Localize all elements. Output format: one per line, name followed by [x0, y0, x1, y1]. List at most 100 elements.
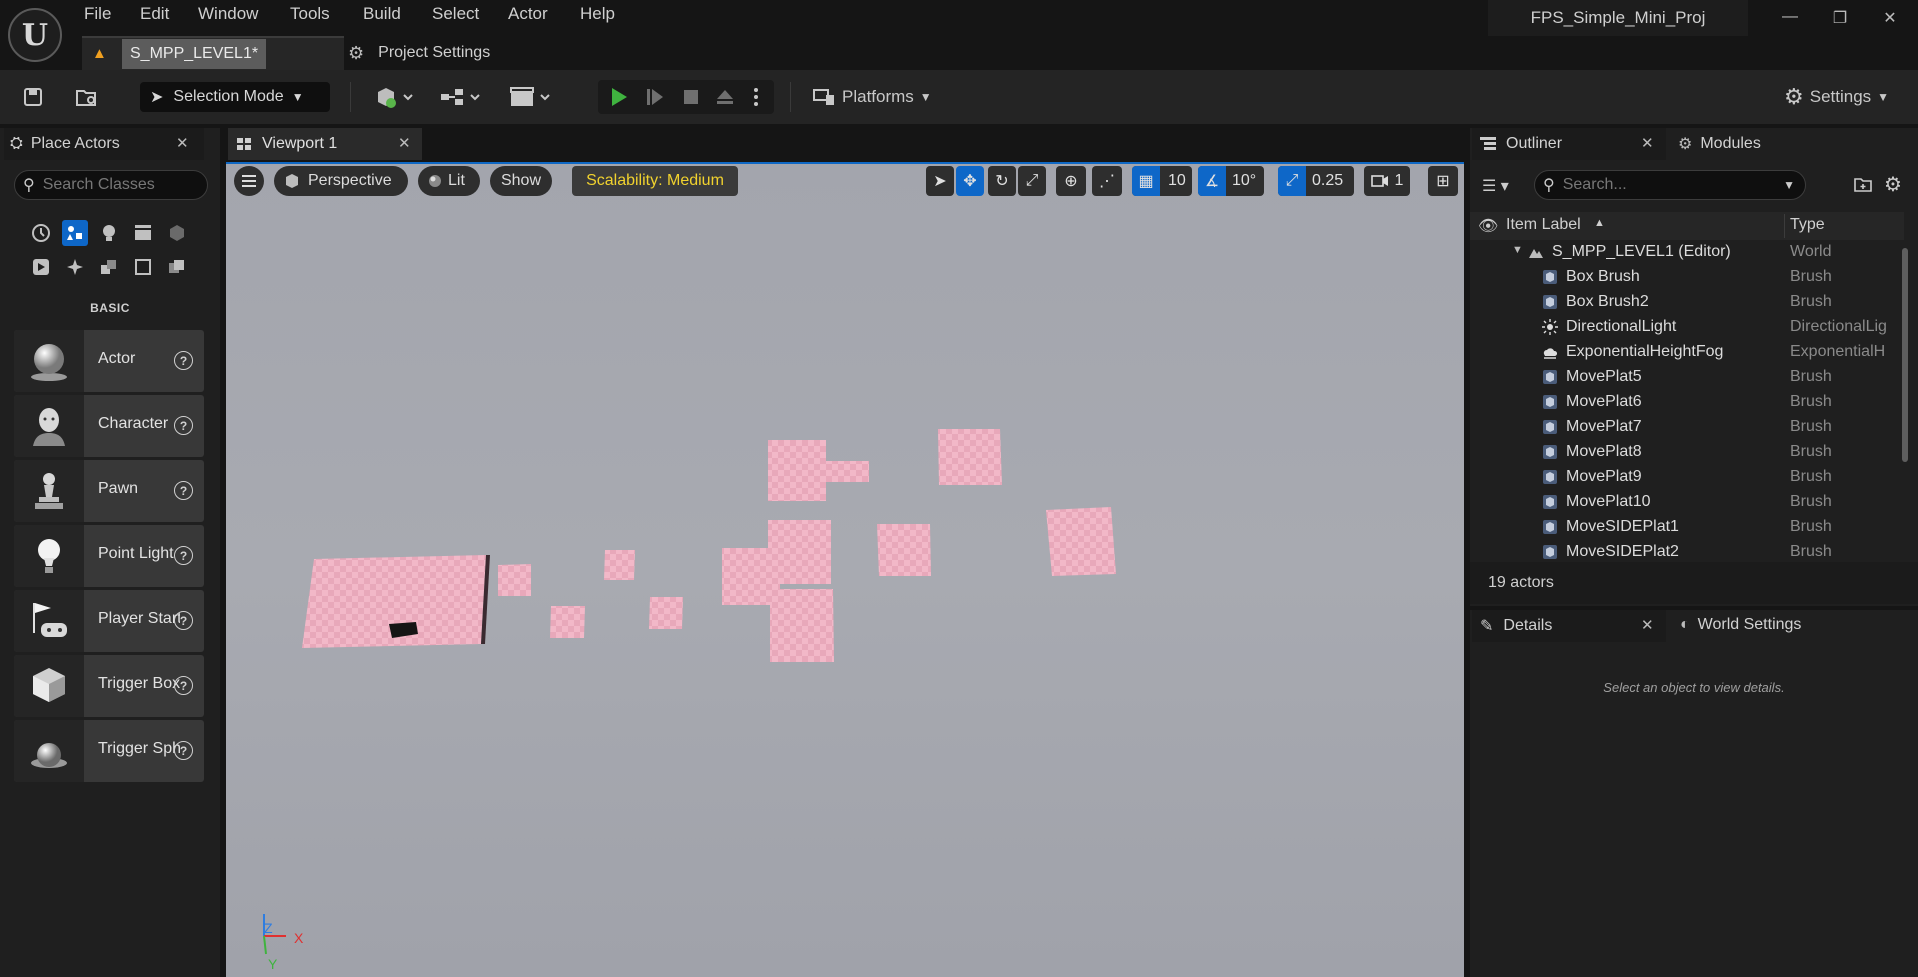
stop-icon[interactable]: [678, 84, 704, 110]
show-button[interactable]: Show: [490, 166, 552, 196]
tab-details[interactable]: ✎ Details: [1472, 610, 1666, 642]
tab-world-settings[interactable]: ◐ World Settings: [1680, 616, 1801, 634]
menu-file[interactable]: File: [84, 4, 111, 26]
outliner-scrollbar[interactable]: [1902, 248, 1908, 462]
col-type[interactable]: Type: [1790, 216, 1825, 234]
more-options-icon[interactable]: [746, 84, 766, 110]
help-icon[interactable]: ?: [174, 546, 193, 565]
viewport-menu-button[interactable]: [234, 166, 264, 196]
lights-icon[interactable]: [96, 220, 122, 246]
help-icon[interactable]: ?: [174, 481, 193, 500]
perspective-button[interactable]: Perspective: [274, 166, 408, 196]
add-actor-icon[interactable]: [370, 84, 418, 110]
play-icon[interactable]: [606, 84, 632, 110]
layout-icon[interactable]: ⊞: [1428, 166, 1458, 196]
close-icon[interactable]: ✕: [1641, 616, 1654, 634]
cinematic-icon[interactable]: [130, 220, 156, 246]
help-icon[interactable]: ?: [174, 676, 193, 695]
outliner-row[interactable]: ExponentialHeightFog ExponentialH: [1470, 340, 1904, 365]
surface-snap-icon[interactable]: ⋰: [1092, 166, 1122, 196]
actor-item-player-start[interactable]: Player Start ?: [14, 590, 204, 652]
outliner-row[interactable]: MovePlat10 Brush: [1470, 490, 1904, 515]
tab-modules[interactable]: ⚙ Modules: [1678, 134, 1761, 154]
help-icon[interactable]: ?: [174, 611, 193, 630]
gear-icon[interactable]: ⚙: [1884, 172, 1902, 197]
menu-build[interactable]: Build: [363, 4, 401, 26]
menu-actor[interactable]: Actor: [508, 4, 548, 26]
close-icon[interactable]: ✕: [176, 134, 189, 152]
menu-select[interactable]: Select: [432, 4, 479, 26]
unreal-logo-icon[interactable]: U: [8, 8, 62, 62]
frame-skip-icon[interactable]: [642, 84, 668, 110]
camera-speed-button[interactable]: 1: [1364, 166, 1410, 196]
platforms-dropdown[interactable]: Platforms ▼: [812, 84, 940, 110]
shapes-icon[interactable]: [96, 254, 122, 280]
place-actors-header[interactable]: ⛭ Place Actors: [4, 128, 204, 160]
scale-snap-button[interactable]: ⤢ 0.25: [1278, 166, 1354, 196]
visibility-eye-icon[interactable]: 👁: [1478, 216, 1498, 236]
lit-button[interactable]: Lit: [418, 166, 480, 196]
tab-viewport[interactable]: Viewport 1: [228, 128, 422, 160]
eject-icon[interactable]: [712, 84, 738, 110]
tab-outliner[interactable]: Outliner: [1472, 128, 1666, 160]
volumes-icon[interactable]: [28, 254, 54, 280]
tab-level[interactable]: ▲ S_MPP_LEVEL1*: [82, 36, 344, 70]
close-window-button[interactable]: ✕: [1876, 8, 1904, 32]
menu-help[interactable]: Help: [580, 4, 615, 26]
outliner-row[interactable]: MovePlat6 Brush: [1470, 390, 1904, 415]
content-browser-icon[interactable]: [72, 84, 102, 110]
minimize-button[interactable]: —: [1776, 8, 1804, 32]
actor-item-point-light[interactable]: Point Light ?: [14, 525, 204, 587]
search-classes-input[interactable]: ⚲ Search Classes: [14, 170, 208, 200]
all-classes-icon[interactable]: [164, 254, 190, 280]
outliner-row[interactable]: DirectionalLight DirectionalLig: [1470, 315, 1904, 340]
blueprint-icon[interactable]: [436, 84, 486, 110]
outliner-row[interactable]: MoveSIDEPlat1 Brush: [1470, 515, 1904, 540]
actor-item-actor[interactable]: Actor ?: [14, 330, 204, 392]
actor-item-trigger-sphere[interactable]: Trigger Sphere ?: [14, 720, 204, 782]
menu-window[interactable]: Window: [198, 4, 258, 26]
add-folder-icon[interactable]: [1854, 176, 1872, 192]
cinematics-icon[interactable]: [506, 84, 556, 110]
close-icon[interactable]: ✕: [1641, 134, 1654, 152]
scale-icon[interactable]: ⤢: [1018, 166, 1046, 196]
outliner-row-world[interactable]: ▼ S_MPP_LEVEL1 (Editor) World: [1470, 240, 1904, 265]
help-icon[interactable]: ?: [174, 351, 193, 370]
outliner-row[interactable]: MovePlat9 Brush: [1470, 465, 1904, 490]
actor-item-trigger-box[interactable]: Trigger Box ?: [14, 655, 204, 717]
save-icon[interactable]: [20, 84, 46, 110]
close-icon[interactable]: ✕: [398, 134, 411, 152]
geometry-icon[interactable]: [130, 254, 156, 280]
menu-tools[interactable]: Tools: [290, 4, 330, 26]
filter-icon[interactable]: ☰ ▾: [1482, 176, 1509, 196]
visual-effects-icon[interactable]: [164, 220, 190, 246]
translate-icon[interactable]: ✥: [956, 166, 984, 196]
rotation-snap-button[interactable]: ∡ 10°: [1198, 166, 1264, 196]
outliner-row[interactable]: MovePlat7 Brush: [1470, 415, 1904, 440]
outliner-search-input[interactable]: ⚲ Search... ▼: [1534, 170, 1806, 200]
actor-item-pawn[interactable]: Pawn ?: [14, 460, 204, 522]
restore-button[interactable]: ❐: [1826, 8, 1854, 32]
help-icon[interactable]: ?: [174, 741, 193, 760]
outliner-row[interactable]: MovePlat5 Brush: [1470, 365, 1904, 390]
outliner-row[interactable]: Box Brush Brush: [1470, 265, 1904, 290]
level-viewport[interactable]: [226, 162, 1464, 977]
recent-icon[interactable]: [28, 220, 54, 246]
scalability-warning[interactable]: Scalability: Medium: [572, 166, 738, 196]
grid-snap-button[interactable]: ▦ 10: [1132, 166, 1192, 196]
actor-item-character[interactable]: Character ?: [14, 395, 204, 457]
basic-category-icon[interactable]: [62, 220, 88, 246]
select-mode-icon[interactable]: ➤: [926, 166, 954, 196]
menu-edit[interactable]: Edit: [140, 4, 169, 26]
col-item-label[interactable]: Item Label: [1506, 216, 1581, 234]
tab-project-settings[interactable]: ⚙ Project Settings: [348, 36, 490, 70]
effects-icon[interactable]: [62, 254, 88, 280]
outliner-row[interactable]: Box Brush2 Brush: [1470, 290, 1904, 315]
outliner-row[interactable]: MovePlat8 Brush: [1470, 440, 1904, 465]
settings-dropdown[interactable]: ⚙ Settings ▼: [1784, 84, 1900, 110]
world-space-icon[interactable]: ⊕: [1056, 166, 1086, 196]
help-icon[interactable]: ?: [174, 416, 193, 435]
selection-mode-dropdown[interactable]: ➤ Selection Mode ▼: [140, 82, 330, 112]
rotate-icon[interactable]: ↻: [988, 166, 1016, 196]
expand-arrow-icon[interactable]: ▼: [1512, 244, 1523, 256]
